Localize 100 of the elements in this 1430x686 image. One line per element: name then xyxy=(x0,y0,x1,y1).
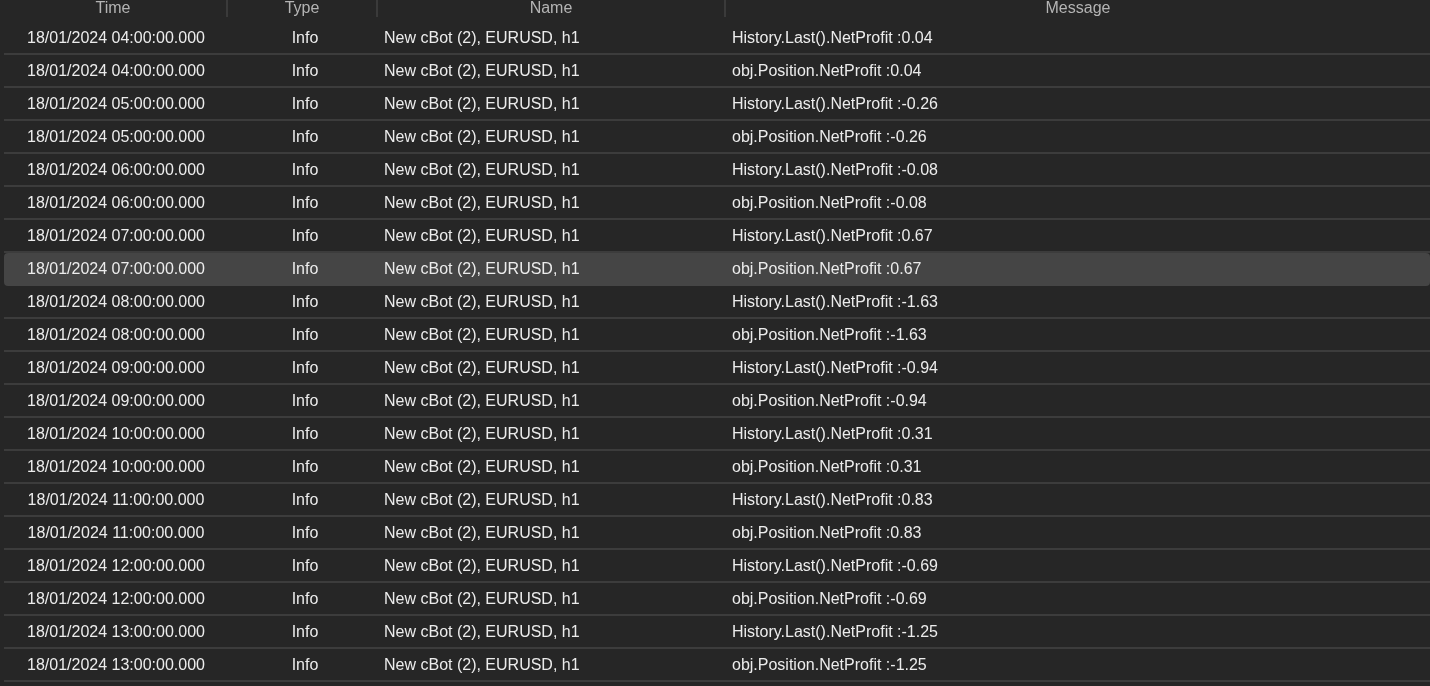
name-cell: New cBot (2), EURUSD, h1 xyxy=(384,457,580,476)
log-row[interactable]: 18/01/2024 04:00:00.000 Info New cBot (2), EURUSD, h1 obj.Position.NetProfit :0.04 xyxy=(4,55,1430,88)
type-cell: Info xyxy=(291,193,319,212)
log-row[interactable]: 18/01/2024 05:00:00.000 Info New cBot (2), EURUSD, h1 History.Last().NetProfit :-0.26 xyxy=(4,88,1430,121)
message-cell: History.Last().NetProfit :0.83 xyxy=(732,490,933,509)
time-cell: 18/01/2024 07:00:00.000 xyxy=(27,226,205,245)
type-cell: Info xyxy=(291,61,319,80)
time-cell: 18/01/2024 13:00:00.000 xyxy=(27,622,205,641)
time-cell: 18/01/2024 10:00:00.000 xyxy=(27,424,205,443)
column-header[interactable]: Message xyxy=(726,0,1430,17)
message-cell: History.Last().NetProfit :-0.26 xyxy=(732,94,938,113)
time-cell: 18/01/2024 13:00:00.000 xyxy=(27,655,205,674)
message-cell: obj.Position.NetProfit :-0.69 xyxy=(732,589,927,608)
type-cell: Info xyxy=(291,127,319,146)
time-cell: 18/01/2024 05:00:00.000 xyxy=(27,127,205,146)
time-cell: 18/01/2024 07:00:00.000 xyxy=(27,259,205,278)
log-row[interactable]: 18/01/2024 10:00:00.000 Info New cBot (2), EURUSD, h1 obj.Position.NetProfit :0.31 xyxy=(4,451,1430,484)
name-cell: New cBot (2), EURUSD, h1 xyxy=(384,325,580,344)
name-cell: New cBot (2), EURUSD, h1 xyxy=(384,61,580,80)
message-cell: History.Last().NetProfit :0.04 xyxy=(732,28,933,47)
time-cell: 18/01/2024 09:00:00.000 xyxy=(27,391,205,410)
type-cell: Info xyxy=(291,391,319,410)
name-cell: New cBot (2), EURUSD, h1 xyxy=(384,160,580,179)
message-cell: obj.Position.NetProfit :-0.08 xyxy=(732,193,927,212)
log-row[interactable]: 18/01/2024 10:00:00.000 Info New cBot (2), EURUSD, h1 History.Last().NetProfit :0.31 xyxy=(4,418,1430,451)
message-cell: obj.Position.NetProfit :0.04 xyxy=(732,61,922,80)
message-cell: History.Last().NetProfit :-0.94 xyxy=(732,358,938,377)
type-cell: Info xyxy=(291,556,319,575)
message-cell: obj.Position.NetProfit :-0.26 xyxy=(732,127,927,146)
name-cell: New cBot (2), EURUSD, h1 xyxy=(384,523,580,542)
log-row[interactable]: 18/01/2024 13:00:00.000 Info New cBot (2), EURUSD, h1 History.Last().NetProfit :-1.25 xyxy=(4,616,1430,649)
name-cell: New cBot (2), EURUSD, h1 xyxy=(384,193,580,212)
type-cell: Info xyxy=(291,655,319,674)
name-cell: New cBot (2), EURUSD, h1 xyxy=(384,358,580,377)
time-cell: 18/01/2024 04:00:00.000 xyxy=(27,28,205,47)
log-row[interactable]: 18/01/2024 12:00:00.000 Info New cBot (2), EURUSD, h1 obj.Position.NetProfit :-0.69 xyxy=(4,583,1430,616)
type-cell: Info xyxy=(291,325,319,344)
type-cell: Info xyxy=(291,28,319,47)
name-cell: New cBot (2), EURUSD, h1 xyxy=(384,226,580,245)
log-row[interactable]: 18/01/2024 07:00:00.000 Info New cBot (2), EURUSD, h1 obj.Position.NetProfit :0.67 xyxy=(4,253,1430,286)
message-cell: History.Last().NetProfit :-0.08 xyxy=(732,160,938,179)
log-row[interactable]: 18/01/2024 06:00:00.000 Info New cBot (2), EURUSD, h1 History.Last().NetProfit :-0.08 xyxy=(4,154,1430,187)
name-cell: New cBot (2), EURUSD, h1 xyxy=(384,94,580,113)
name-cell: New cBot (2), EURUSD, h1 xyxy=(384,28,580,47)
log-row[interactable]: 18/01/2024 08:00:00.000 Info New cBot (2), EURUSD, h1 obj.Position.NetProfit :-1.63 xyxy=(4,319,1430,352)
time-cell: 18/01/2024 10:00:00.000 xyxy=(27,457,205,476)
time-cell: 18/01/2024 11:00:00.000 xyxy=(27,523,205,542)
log-row[interactable]: 18/01/2024 06:00:00.000 Info New cBot (2), EURUSD, h1 obj.Position.NetProfit :-0.08 xyxy=(4,187,1430,220)
message-cell: obj.Position.NetProfit :0.83 xyxy=(732,523,922,542)
message-cell: obj.Position.NetProfit :-0.94 xyxy=(732,391,927,410)
name-cell: New cBot (2), EURUSD, h1 xyxy=(384,622,580,641)
log-row[interactable]: 18/01/2024 09:00:00.000 Info New cBot (2), EURUSD, h1 History.Last().NetProfit :-0.94 xyxy=(4,352,1430,385)
time-cell: 18/01/2024 11:00:00.000 xyxy=(27,490,205,509)
message-cell: obj.Position.NetProfit :0.67 xyxy=(732,259,922,278)
message-cell: obj.Position.NetProfit :-1.63 xyxy=(732,325,927,344)
name-cell: New cBot (2), EURUSD, h1 xyxy=(384,490,580,509)
type-cell: Info xyxy=(291,292,319,311)
message-cell: obj.Position.NetProfit :0.31 xyxy=(732,457,922,476)
message-cell: History.Last().NetProfit :-1.63 xyxy=(732,292,938,311)
time-cell: 18/01/2024 06:00:00.000 xyxy=(27,160,205,179)
log-row[interactable]: 18/01/2024 04:00:00.000 Info New cBot (2), EURUSD, h1 History.Last().NetProfit :0.04 xyxy=(4,22,1430,55)
type-cell: Info xyxy=(291,622,319,641)
name-cell: New cBot (2), EURUSD, h1 xyxy=(384,556,580,575)
type-cell: Info xyxy=(291,424,319,443)
column-header[interactable]: Time xyxy=(0,0,228,17)
log-row[interactable]: 18/01/2024 11:00:00.000 Info New cBot (2), EURUSD, h1 obj.Position.NetProfit :0.83 xyxy=(4,517,1430,550)
name-cell: New cBot (2), EURUSD, h1 xyxy=(384,127,580,146)
message-cell: History.Last().NetProfit :0.67 xyxy=(732,226,933,245)
message-cell: History.Last().NetProfit :-0.69 xyxy=(732,556,938,575)
type-cell: Info xyxy=(291,94,319,113)
log-row[interactable]: 18/01/2024 13:00:00.000 Info New cBot (2), EURUSD, h1 obj.Position.NetProfit :-1.25 xyxy=(4,649,1430,682)
message-cell: History.Last().NetProfit :0.31 xyxy=(732,424,933,443)
name-cell: New cBot (2), EURUSD, h1 xyxy=(384,424,580,443)
time-cell: 18/01/2024 09:00:00.000 xyxy=(27,358,205,377)
type-cell: Info xyxy=(291,457,319,476)
type-cell: Info xyxy=(291,589,319,608)
log-row[interactable]: 18/01/2024 08:00:00.000 Info New cBot (2), EURUSD, h1 History.Last().NetProfit :-1.63 xyxy=(4,286,1430,319)
column-header[interactable]: Name xyxy=(378,0,726,17)
type-cell: Info xyxy=(291,490,319,509)
log-row[interactable]: 18/01/2024 05:00:00.000 Info New cBot (2), EURUSD, h1 obj.Position.NetProfit :-0.26 xyxy=(4,121,1430,154)
message-cell: History.Last().NetProfit :-1.25 xyxy=(732,622,938,641)
column-header[interactable]: Type xyxy=(228,0,378,17)
type-cell: Info xyxy=(291,226,319,245)
type-cell: Info xyxy=(291,523,319,542)
time-cell: 18/01/2024 12:00:00.000 xyxy=(27,589,205,608)
name-cell: New cBot (2), EURUSD, h1 xyxy=(384,655,580,674)
name-cell: New cBot (2), EURUSD, h1 xyxy=(384,589,580,608)
log-row[interactable]: 18/01/2024 09:00:00.000 Info New cBot (2), EURUSD, h1 obj.Position.NetProfit :-0.94 xyxy=(4,385,1430,418)
type-cell: Info xyxy=(291,358,319,377)
log-row[interactable]: 18/01/2024 12:00:00.000 Info New cBot (2), EURUSD, h1 History.Last().NetProfit :-0.69 xyxy=(4,550,1430,583)
type-cell: Info xyxy=(291,259,319,278)
time-cell: 18/01/2024 06:00:00.000 xyxy=(27,193,205,212)
time-cell: 18/01/2024 05:00:00.000 xyxy=(27,94,205,113)
log-row[interactable]: 18/01/2024 11:00:00.000 Info New cBot (2), EURUSD, h1 History.Last().NetProfit :0.83 xyxy=(4,484,1430,517)
time-cell: 18/01/2024 12:00:00.000 xyxy=(27,556,205,575)
name-cell: New cBot (2), EURUSD, h1 xyxy=(384,391,580,410)
name-cell: New cBot (2), EURUSD, h1 xyxy=(384,259,580,278)
time-cell: 18/01/2024 08:00:00.000 xyxy=(27,325,205,344)
type-cell: Info xyxy=(291,160,319,179)
time-cell: 18/01/2024 08:00:00.000 xyxy=(27,292,205,311)
